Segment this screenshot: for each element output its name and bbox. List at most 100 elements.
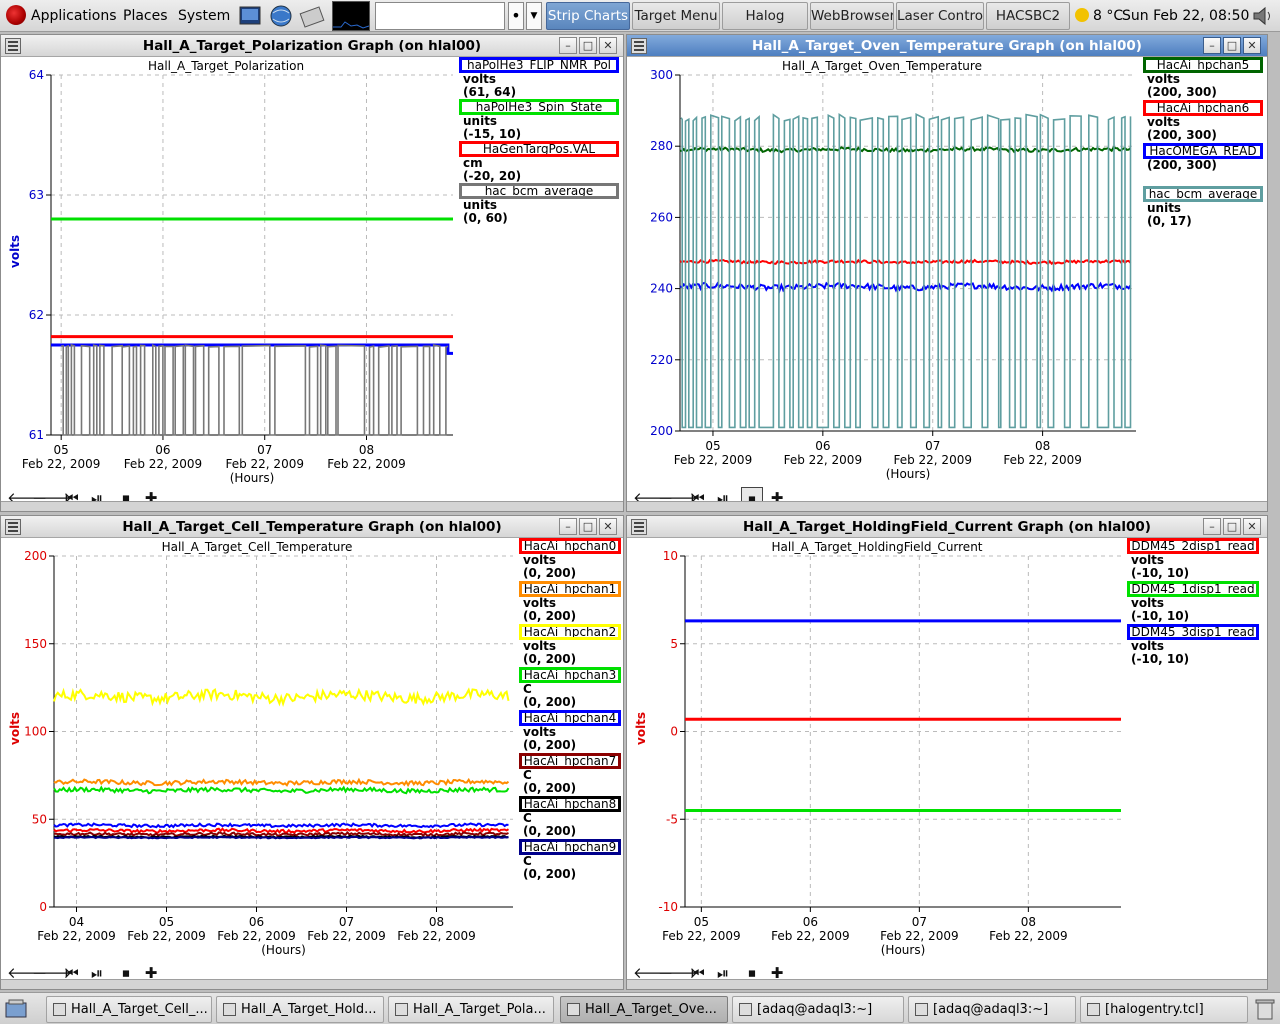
- bullet-button[interactable]: •: [508, 2, 524, 30]
- dropdown-button[interactable]: ▼: [526, 2, 542, 30]
- window-app-icon: [223, 1003, 236, 1016]
- taskbar-item[interactable]: Hall_A_Target_Pola...: [388, 996, 554, 1023]
- legend-series-button[interactable]: HacAi_hpchan3: [519, 667, 621, 683]
- legend-series-button[interactable]: DDM45_3disp1_read: [1127, 624, 1259, 640]
- x-tick-date: Feb 22, 2009: [662, 929, 741, 943]
- maximize-button[interactable]: □: [1223, 518, 1241, 535]
- x-tick-date: Feb 22, 2009: [37, 929, 116, 943]
- legend-series-button[interactable]: DDM45_2disp1_read: [1127, 538, 1259, 554]
- maximize-button[interactable]: □: [579, 37, 597, 54]
- x-tick-date: Feb 22, 2009: [989, 929, 1068, 943]
- x-tick-label: 05: [694, 915, 709, 929]
- task-hacsbc2[interactable]: HACSBC2: [986, 2, 1070, 30]
- series-line-HacAi_hpchan1: [53, 777, 510, 788]
- x-axis-label: (Hours): [261, 943, 306, 957]
- minimize-button[interactable]: –: [1203, 518, 1221, 535]
- legend-range: (-15, 10): [463, 127, 522, 141]
- close-button[interactable]: ✕: [1243, 37, 1261, 54]
- x-tick-label: 08: [429, 915, 444, 929]
- close-button[interactable]: ✕: [599, 37, 617, 54]
- legend-range: (-20, 20): [463, 169, 522, 183]
- x-tick-label: 05: [54, 443, 69, 457]
- clock[interactable]: Sun Feb 22, 08:50: [1122, 0, 1249, 32]
- command-entry[interactable]: [375, 2, 505, 30]
- y-tick-label: 300: [650, 68, 673, 82]
- places-menu-label: Places: [123, 8, 168, 24]
- polarization-window: Hall_A_Target_Polarization Graph (on hla…: [0, 34, 624, 512]
- legend-range: (0, 200): [523, 652, 577, 666]
- legend: HacAi_hpchan0 volts (0, 200) HacAi_hpchan1 v…: [519, 538, 621, 882]
- legend-series-button[interactable]: DDM45_1disp1_read: [1127, 581, 1259, 597]
- taskbar-item[interactable]: [halogentry.tcl]: [1080, 996, 1248, 1023]
- task-laser-control[interactable]: Laser Control: [896, 2, 984, 30]
- maximize-button[interactable]: □: [1223, 37, 1241, 54]
- trash-icon[interactable]: [1254, 997, 1276, 1021]
- speaker-icon[interactable]: [1250, 4, 1276, 28]
- close-icon: ✕: [1247, 520, 1257, 533]
- legend-series-button[interactable]: HacAi_hpchan8: [519, 796, 621, 812]
- x-tick-label: 04: [69, 915, 84, 929]
- taskbar-item-label: Hall_A_Target_Ove...: [585, 1002, 717, 1017]
- legend-series-button[interactable]: HacOMEGA_READ: [1143, 143, 1263, 159]
- x-tick-date: Feb 22, 2009: [327, 457, 406, 471]
- terminal-launcher-icon[interactable]: [238, 4, 264, 28]
- taskbar-item-label: Hall_A_Target_Pola...: [413, 1002, 546, 1017]
- legend-series-button[interactable]: HacAi_hpchan2: [519, 624, 621, 640]
- weather-applet[interactable]: 8 °C: [1075, 0, 1123, 32]
- applications-menu[interactable]: Applications: [6, 0, 117, 32]
- task-strip-charts[interactable]: Strip Charts: [546, 2, 630, 30]
- x-axis-label: (Hours): [230, 471, 275, 485]
- taskbar-item[interactable]: Hall_A_Target_Hold...: [216, 996, 384, 1023]
- legend-series-button[interactable]: HacAi_hpchan7: [519, 753, 621, 769]
- task-webbrowser-label: WebBrowser: [811, 8, 894, 24]
- legend-series-button[interactable]: HacAi_hpchan0: [519, 538, 621, 554]
- series-line-hac_bcm_average: [61, 343, 449, 436]
- legend-series-button[interactable]: HacAi_hpchan6: [1143, 100, 1263, 116]
- minimize-button[interactable]: –: [1203, 37, 1221, 54]
- legend-range: (-10, 10): [1131, 609, 1190, 623]
- taskbar-item[interactable]: [adaq@adaql3:~]: [732, 996, 904, 1023]
- legend-range: (0, 60): [463, 211, 508, 225]
- minimize-button[interactable]: –: [559, 37, 577, 54]
- legend-series-button[interactable]: haPolHe3_FLIP_NMR_Pol: [459, 57, 619, 73]
- legend-series-button[interactable]: hac_bcm_average: [459, 183, 619, 199]
- task-target-menu[interactable]: Target Menu: [632, 2, 720, 30]
- legend-series-button[interactable]: HacAi_hpchan1: [519, 581, 621, 597]
- window-bottom-border: [627, 979, 1267, 989]
- legend-series-button[interactable]: haPolHe3_Spin_State: [459, 99, 619, 115]
- x-tick-date: Feb 22, 2009: [22, 457, 101, 471]
- legend-series-button[interactable]: hac_bcm_average: [1143, 186, 1263, 202]
- x-tick-date: Feb 22, 2009: [880, 929, 959, 943]
- system-menu[interactable]: System: [178, 0, 230, 32]
- maximize-button[interactable]: □: [579, 518, 597, 535]
- close-button[interactable]: ✕: [1243, 518, 1261, 535]
- system-menu-label: System: [178, 8, 231, 24]
- taskbar-item[interactable]: Hall_A_Target_Ove...: [560, 996, 728, 1023]
- task-halog[interactable]: Halog: [722, 2, 808, 30]
- series-line-HacAi_hpchan3: [53, 785, 510, 795]
- places-menu[interactable]: Places: [123, 0, 168, 32]
- task-webbrowser[interactable]: WebBrowser: [810, 2, 894, 30]
- x-tick-date: Feb 22, 2009: [784, 453, 863, 467]
- legend-series-button[interactable]: HacAi_hpchan9: [519, 839, 621, 855]
- close-button[interactable]: ✕: [599, 518, 617, 535]
- minimize-button[interactable]: –: [559, 518, 577, 535]
- holdingfield-window: Hall_A_Target_HoldingField_Current Graph…: [626, 515, 1268, 990]
- x-tick-date: Feb 22, 2009: [225, 457, 304, 471]
- show-desktop-icon[interactable]: [4, 997, 28, 1021]
- system-monitor-launcher-icon[interactable]: [332, 1, 370, 31]
- web-browser-launcher-icon[interactable]: [268, 4, 294, 28]
- series-line-hac_bcm_average: [680, 113, 1132, 429]
- legend-series-button[interactable]: HacAi_hpchan4: [519, 710, 621, 726]
- window-bottom-border: [1, 501, 623, 511]
- calculator-launcher-icon[interactable]: [299, 4, 325, 28]
- x-tick-date: Feb 22, 2009: [1003, 453, 1082, 467]
- x-tick-date: Feb 22, 2009: [893, 453, 972, 467]
- legend-series-button[interactable]: HacAi_hpchan5: [1143, 57, 1263, 73]
- plot-area: 6162636405Feb 22, 200906Feb 22, 200907Fe…: [22, 68, 453, 485]
- taskbar-item[interactable]: [adaq@adaql3:~]: [908, 996, 1076, 1023]
- taskbar-item[interactable]: Hall_A_Target_Cell_...: [46, 996, 212, 1023]
- series-line-HacAi_hpchan2: [53, 687, 510, 708]
- legend-series-button[interactable]: HaGenTargPos.VAL: [459, 141, 619, 157]
- legend-range: (61, 64): [463, 85, 517, 99]
